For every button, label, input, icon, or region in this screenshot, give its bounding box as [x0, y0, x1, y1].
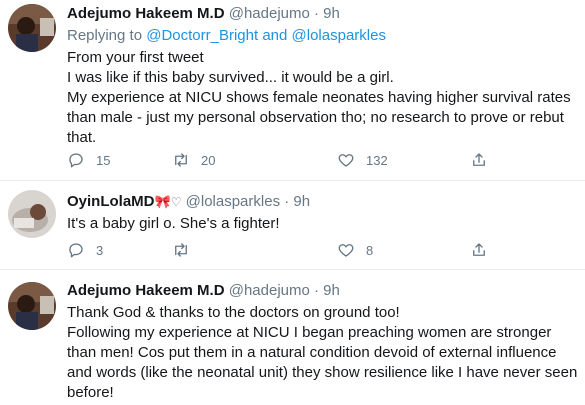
timestamp[interactable]: 9h [293, 193, 310, 210]
separator-dot: · [314, 5, 319, 22]
avatar-photo [8, 190, 56, 238]
tweet-header: Adejumo Hakeem M.D @hadejumo · 9h [67, 4, 575, 24]
replying-to-label: Replying to [67, 27, 143, 44]
avatar-photo [8, 4, 56, 52]
tweet-text-line: From your first tweet [67, 49, 204, 66]
heart-emoji: ♡ [170, 195, 182, 209]
avatar[interactable] [8, 282, 56, 330]
retweet-button[interactable]: 20 [172, 150, 215, 170]
avatar[interactable] [8, 190, 56, 238]
like-button[interactable]: 8 [337, 240, 373, 260]
retweet-icon [175, 243, 187, 257]
share-icon [473, 243, 485, 256]
replying-to: Replying to @Doctorr_Bright and @lolaspa… [67, 26, 575, 46]
reply-count: 3 [96, 242, 104, 258]
tweet-text-line: and words (like the neonatal unit) they … [67, 364, 578, 381]
tweet-header: OyinLolaMD🎀♡ @lolasparkles · 9h [67, 192, 575, 212]
avatar[interactable] [8, 4, 56, 52]
tweet-text-line: than male - just my personal observation… [67, 109, 564, 126]
reply-count: 15 [96, 152, 111, 168]
display-name[interactable]: OyinLolaMD [67, 193, 155, 210]
like-count: 8 [366, 242, 374, 258]
bow-emoji: 🎀 [154, 194, 171, 209]
tweet[interactable]: Adejumo Hakeem M.D @hadejumo · 9h Replyi… [0, 0, 585, 180]
retweet-button[interactable] [172, 240, 190, 260]
heart-icon [338, 154, 354, 167]
tweet-text-line: Thank God & thanks to the doctors on gro… [67, 304, 400, 321]
tweet-text-line: before! [67, 384, 114, 401]
tweet-text-line: than men! Cos put them in a natural cond… [67, 344, 557, 361]
timestamp[interactable]: 9h [323, 282, 340, 299]
display-name[interactable]: Adejumo Hakeem M.D [67, 282, 225, 299]
tweet-text: Thank God & thanks to the doctors on gro… [67, 303, 578, 403]
mention-and[interactable]: and [262, 27, 287, 44]
retweet-count: 20 [201, 152, 216, 168]
tweet-text-line: I was like if this baby survived... it w… [67, 69, 394, 86]
tweet-text-line: It's a baby girl o. She's a fighter! [67, 215, 280, 232]
tweet-actions: 15 20 132 [67, 150, 507, 170]
reply-icon [69, 153, 83, 168]
mention-link[interactable]: @lolasparkles [292, 27, 386, 44]
tweet-header: Adejumo Hakeem M.D @hadejumo · 9h [67, 281, 575, 301]
separator-dot: · [284, 193, 290, 210]
tweet-text-line: Following my experience at NICU I began … [67, 324, 552, 341]
tweet[interactable]: Adejumo Hakeem M.D @hadejumo · 9h Thank … [0, 270, 585, 405]
tweet-text: It's a baby girl o. She's a fighter! [67, 214, 575, 234]
timestamp[interactable]: 9h [323, 5, 340, 22]
reply-button[interactable]: 15 [67, 150, 110, 170]
avatar-photo [8, 282, 56, 330]
separator-dot: · [314, 282, 319, 299]
user-handle[interactable]: @lolasparkles [186, 193, 280, 210]
tweet-actions: 3 8 [67, 240, 507, 260]
user-handle[interactable]: @hadejumo [229, 282, 310, 299]
like-button[interactable]: 132 [337, 150, 388, 170]
share-button[interactable] [470, 240, 488, 260]
tweet[interactable]: OyinLolaMD🎀♡ @lolasparkles · 9h It's a b… [0, 181, 585, 269]
mention-link[interactable]: @Doctorr_Bright [146, 27, 258, 44]
reply-button[interactable]: 3 [67, 240, 103, 260]
share-icon [473, 153, 485, 166]
like-count: 132 [366, 152, 388, 168]
display-name[interactable]: Adejumo Hakeem M.D [67, 5, 225, 22]
tweet-text: From your first tweet I was like if this… [67, 48, 575, 148]
tweet-text-line: My experience at NICU shows female neona… [67, 89, 571, 106]
heart-icon [338, 244, 354, 257]
share-button[interactable] [470, 150, 488, 170]
reply-icon [69, 243, 83, 258]
retweet-icon [175, 153, 187, 167]
tweet-text-line: that. [67, 129, 97, 146]
user-handle[interactable]: @hadejumo [229, 5, 310, 22]
